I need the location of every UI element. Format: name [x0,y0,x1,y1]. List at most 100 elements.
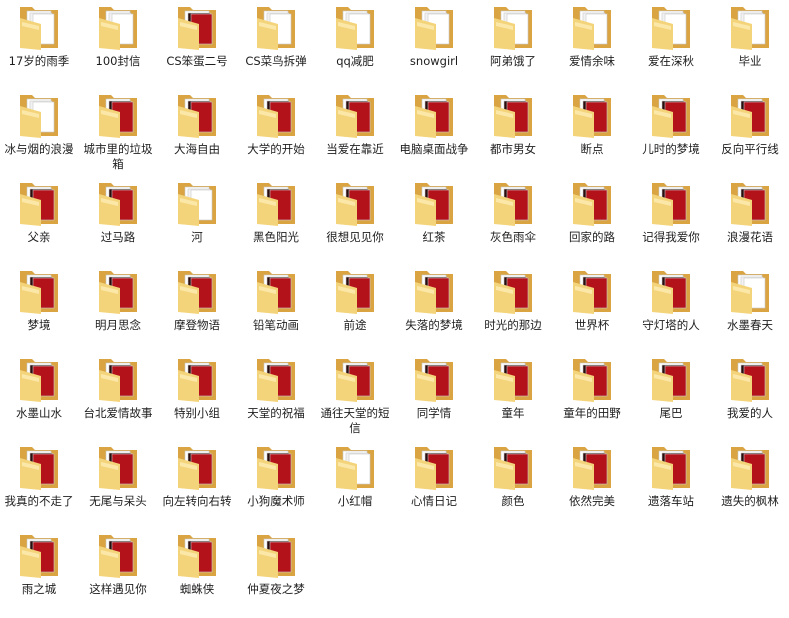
folder-item-59[interactable]: 遗失的枫林 [711,440,789,530]
folder-icon [257,535,295,578]
folder-icon [415,447,453,490]
folder-label: 摩登物语 [174,318,220,332]
folder-icon [257,183,295,226]
folder-label: 我爱的人 [727,406,773,420]
folder-icon [257,95,295,138]
folder-item-42[interactable]: 特别小组 [158,352,236,442]
folder-item-29[interactable]: 浪漫花语 [711,176,789,266]
folder-item-11[interactable]: 城市里的垃圾箱 [79,88,157,178]
folder-item-52[interactable]: 向左转向右转 [158,440,236,530]
folder-item-33[interactable]: 铅笔动画 [237,264,315,354]
folder-item-0[interactable]: 17岁的雨季 [0,0,78,90]
folder-item-38[interactable]: 守灯塔的人 [632,264,710,354]
folder-label: 梦境 [27,318,51,332]
folder-item-41[interactable]: 台北爱情故事 [79,352,157,442]
folder-item-3[interactable]: CS菜鸟拆弹 [237,0,315,90]
folder-item-40[interactable]: 水墨山水 [0,352,78,442]
folder-item-22[interactable]: 河 [158,176,236,266]
folder-label: 儿时的梦境 [642,142,700,156]
folder-label: 当爱在靠近 [326,142,384,156]
folder-label: 毕业 [738,54,762,68]
folder-label: 浪漫花语 [727,230,773,244]
folder-icon [20,7,58,50]
folder-item-46[interactable]: 童年 [474,352,552,442]
folder-label: 无尾与呆头 [89,494,147,508]
folder-icon [20,183,58,226]
folder-icon [415,7,453,50]
folder-item-48[interactable]: 尾巴 [632,352,710,442]
folder-item-25[interactable]: 红茶 [395,176,473,266]
folder-item-14[interactable]: 当爱在靠近 [316,88,394,178]
folder-grid: 17岁的雨季 100封信 CS笨蛋二号 CS菜鸟拆弹 qq减肥 snowgirl… [0,0,789,596]
folder-item-63[interactable]: 仲夏夜之梦 [237,528,315,618]
folder-label: 明月思念 [95,318,141,332]
folder-icon [494,447,532,490]
folder-label: 向左转向右转 [162,494,232,508]
folder-label: 心情日记 [411,494,457,508]
folder-item-17[interactable]: 断点 [553,88,631,178]
folder-item-1[interactable]: 100封信 [79,0,157,90]
folder-item-45[interactable]: 同学情 [395,352,473,442]
folder-item-18[interactable]: 儿时的梦境 [632,88,710,178]
folder-item-49[interactable]: 我爱的人 [711,352,789,442]
folder-item-23[interactable]: 黑色阳光 [237,176,315,266]
folder-item-34[interactable]: 前途 [316,264,394,354]
folder-item-55[interactable]: 心情日记 [395,440,473,530]
folder-item-12[interactable]: 大海自由 [158,88,236,178]
folder-item-43[interactable]: 天堂的祝福 [237,352,315,442]
folder-label: 世界杯 [574,318,610,332]
folder-item-26[interactable]: 灰色雨伞 [474,176,552,266]
folder-label: 水墨山水 [16,406,62,420]
folder-item-20[interactable]: 父亲 [0,176,78,266]
folder-icon [20,447,58,490]
folder-item-21[interactable]: 过马路 [79,176,157,266]
folder-item-28[interactable]: 记得我爱你 [632,176,710,266]
folder-label: 都市男女 [490,142,536,156]
folder-item-50[interactable]: 我真的不走了 [0,440,78,530]
folder-item-53[interactable]: 小狗魔术师 [237,440,315,530]
folder-item-6[interactable]: 阿弟饿了 [474,0,552,90]
folder-item-9[interactable]: 毕业 [711,0,789,90]
folder-item-8[interactable]: 爱在深秋 [632,0,710,90]
folder-item-5[interactable]: snowgirl [395,0,473,90]
folder-item-54[interactable]: 小红帽 [316,440,394,530]
folder-icon [178,359,216,402]
folder-item-24[interactable]: 很想见见你 [316,176,394,266]
folder-item-62[interactable]: 蜘蛛侠 [158,528,236,618]
folder-item-31[interactable]: 明月思念 [79,264,157,354]
folder-icon [494,7,532,50]
folder-item-30[interactable]: 梦境 [0,264,78,354]
folder-item-27[interactable]: 回家的路 [553,176,631,266]
folder-item-58[interactable]: 遗落车站 [632,440,710,530]
folder-item-61[interactable]: 这样遇见你 [79,528,157,618]
folder-item-19[interactable]: 反向平行线 [711,88,789,178]
folder-item-47[interactable]: 童年的田野 [553,352,631,442]
folder-icon [20,95,58,138]
folder-item-10[interactable]: 冰与烟的浪漫 [0,88,78,178]
folder-item-2[interactable]: CS笨蛋二号 [158,0,236,90]
folder-item-37[interactable]: 世界杯 [553,264,631,354]
folder-item-4[interactable]: qq减肥 [316,0,394,90]
folder-item-16[interactable]: 都市男女 [474,88,552,178]
folder-icon [415,271,453,314]
folder-item-57[interactable]: 依然完美 [553,440,631,530]
folder-item-7[interactable]: 爱情余味 [553,0,631,90]
folder-icon [415,95,453,138]
folder-icon [652,95,690,138]
folder-item-15[interactable]: 电脑桌面战争 [395,88,473,178]
folder-item-36[interactable]: 时光的那边 [474,264,552,354]
folder-icon [731,7,769,50]
folder-item-60[interactable]: 雨之城 [0,528,78,618]
folder-item-35[interactable]: 失落的梦境 [395,264,473,354]
folder-item-51[interactable]: 无尾与呆头 [79,440,157,530]
folder-item-56[interactable]: 颜色 [474,440,552,530]
folder-item-13[interactable]: 大学的开始 [237,88,315,178]
folder-item-44[interactable]: 通往天堂的短信 [316,352,394,442]
folder-icon [99,95,137,138]
folder-icon [573,359,611,402]
folder-item-32[interactable]: 摩登物语 [158,264,236,354]
folder-label: 天堂的祝福 [247,406,305,420]
folder-label: 我真的不走了 [4,494,74,508]
folder-label: 小狗魔术师 [247,494,305,508]
folder-item-39[interactable]: 水墨春天 [711,264,789,354]
